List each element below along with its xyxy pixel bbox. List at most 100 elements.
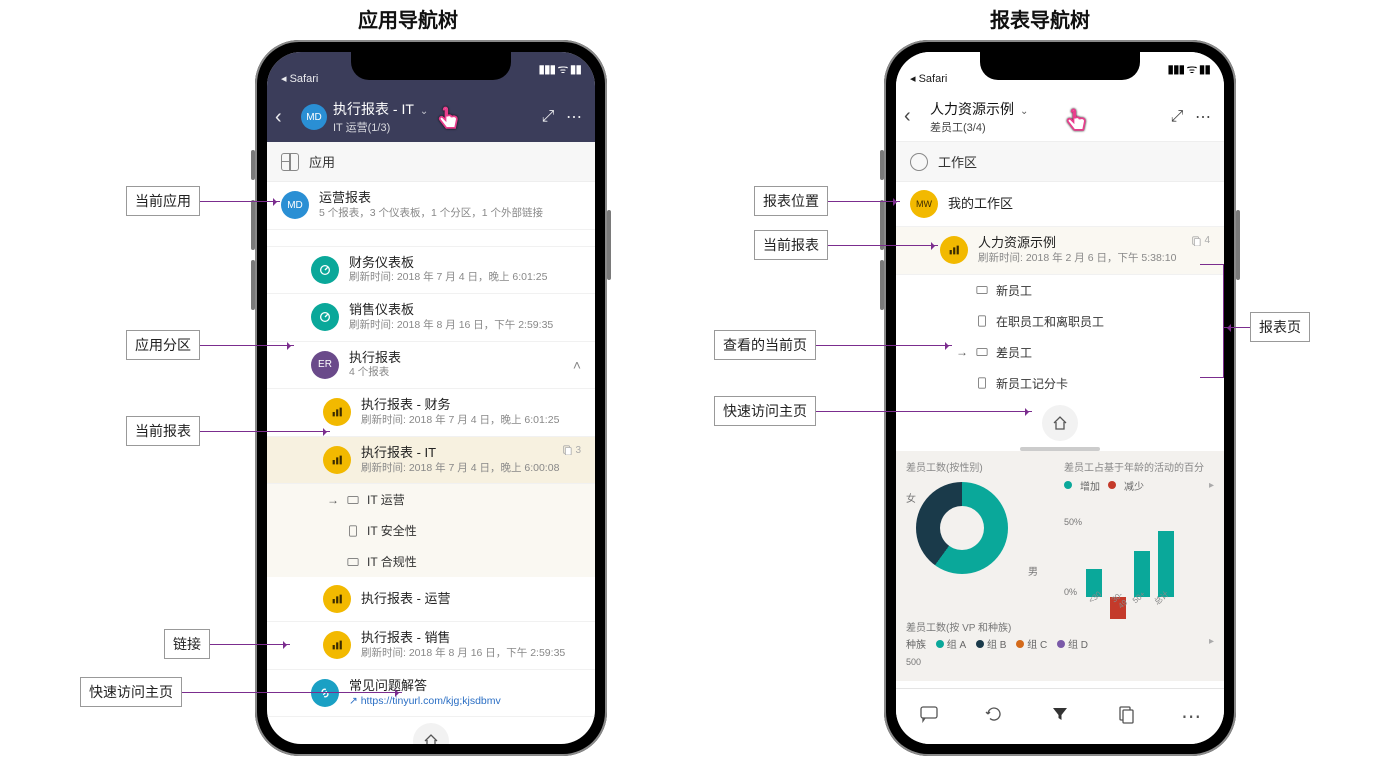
dashboard-icon: [311, 303, 339, 331]
legend-swatch-icon: [1108, 481, 1116, 489]
status-back-to-safari[interactable]: ◂ Safari: [281, 72, 318, 85]
pages-button[interactable]: [1116, 704, 1136, 729]
section-label: 应用: [309, 152, 335, 171]
bar-chart[interactable]: 差员工占基于年龄的活动的百分 增加 减少 ▸ 50% 0%: [1064, 459, 1214, 613]
item-meta: 刷新时间: 2018 年 8 月 16 日，下午 2:59:35: [349, 319, 581, 333]
report-row[interactable]: 执行报表 - 销售 刷新时间: 2018 年 8 月 16 日，下午 2:59:…: [267, 622, 595, 670]
nav-tree-list: MW 我的工作区 人力资源示例 刷新时间: 2018 年 2 月 6 日，下午 …: [896, 182, 1224, 399]
section-label: 工作区: [938, 152, 977, 171]
chart-title: 差员工数(按性别): [906, 459, 1056, 474]
report-page-item[interactable]: 新员工记分卡: [896, 368, 1224, 399]
expand-button[interactable]: ⤢: [535, 108, 561, 126]
legend-label: 增加: [1080, 478, 1100, 493]
item-meta: 刷新时间: 2018 年 7 月 4 日，晚上 6:01:25: [349, 271, 581, 285]
app-header: ‹ 人力资源示例⌄ 差员工(3/4) ⤢ ⋯: [896, 92, 1224, 142]
report-page-item[interactable]: → IT 运营: [267, 484, 595, 515]
item-title: 执行报表 - IT: [361, 445, 581, 462]
page-label: 新员工: [996, 282, 1032, 299]
axis-tick: 0%: [1064, 587, 1082, 597]
legend-swatch-icon: [1016, 640, 1024, 648]
report-page-item[interactable]: IT 合规性: [267, 546, 595, 577]
page-portrait-icon: [976, 315, 988, 327]
workspace-avatar-icon: MW: [910, 190, 938, 218]
chevron-down-icon: ⌄: [1020, 106, 1028, 117]
expand-button[interactable]: ⤢: [1164, 108, 1190, 126]
page-landscape-icon: [976, 284, 988, 296]
report-icon: [323, 585, 351, 613]
current-page-arrow-icon: →: [327, 493, 339, 507]
status-back-to-safari[interactable]: ◂ Safari: [910, 72, 947, 85]
header-subtitle: IT 运营(1/3): [333, 119, 535, 135]
callout-quick-home: 快速访问主页: [80, 677, 402, 707]
more-button[interactable]: ⋯: [1181, 704, 1201, 729]
back-button[interactable]: ‹: [904, 105, 924, 128]
bar-icon: [1158, 531, 1174, 597]
current-report-row[interactable]: 人力资源示例 刷新时间: 2018 年 2 月 6 日，下午 5:38:10 4: [896, 227, 1224, 275]
item-title: 财务仪表板: [349, 255, 581, 272]
page-label: IT 安全性: [367, 522, 417, 539]
report-content-preview: 差员工数(按性别) 女 男 差员工占基于年龄的活动的百分 增加 减少 ▸: [896, 451, 1224, 681]
legend-swatch-icon: [976, 640, 984, 648]
bracket-icon: [1210, 264, 1224, 378]
dashboard-row[interactable]: 销售仪表板 刷新时间: 2018 年 8 月 16 日，下午 2:59:35: [267, 294, 595, 342]
page-count-badge: 3: [562, 445, 581, 456]
current-page-arrow-icon: →: [956, 345, 968, 359]
report-page-item[interactable]: IT 安全性: [267, 515, 595, 546]
item-title: 执行报表: [349, 350, 563, 367]
section-header-app: 应用: [267, 142, 595, 182]
grouped-bar-chart[interactable]: 差员工数(按 VP 和种族) 种族 组 A 组 B 组 C 组 D ▸ 500: [906, 619, 1214, 667]
page-label: 新员工记分卡: [996, 375, 1068, 392]
chevron-down-icon: ⌄: [420, 106, 428, 117]
page-count-badge: 4: [1191, 235, 1210, 246]
callout-report-pages: 报表页: [1224, 312, 1310, 342]
workspace-row[interactable]: MW 我的工作区: [896, 182, 1224, 227]
bottom-toolbar: ⋯: [896, 688, 1224, 744]
report-page-item[interactable]: 新员工: [896, 275, 1224, 306]
donut-chart[interactable]: 差员工数(按性别) 女 男: [906, 459, 1056, 613]
callout-current-report: 当前报表: [126, 416, 330, 446]
app-header: ‹ MD 执行报表 - IT⌄ IT 运营(1/3) ⤢ ⋯: [267, 92, 595, 142]
workspace-icon: [910, 153, 928, 171]
chevron-right-icon[interactable]: ▸: [1209, 636, 1214, 651]
axis-label-female: 女: [906, 490, 916, 505]
more-button[interactable]: ⋯: [561, 107, 587, 127]
home-button[interactable]: [413, 723, 449, 744]
nav-tree-toggle[interactable]: 执行报表 - IT⌄ IT 运营(1/3): [333, 99, 535, 135]
chart-title: 差员工占基于年龄的活动的百分: [1064, 459, 1214, 474]
legend-swatch-icon: [1057, 640, 1065, 648]
home-button[interactable]: [1042, 405, 1078, 441]
app-meta: 5 个报表，3 个仪表板，1 个分区，1 个外部链接: [319, 207, 581, 221]
item-title: 我的工作区: [948, 196, 1210, 213]
report-icon: [323, 446, 351, 474]
chevron-right-icon[interactable]: ▸: [1209, 480, 1214, 491]
axis-label-male: 男: [1028, 563, 1038, 578]
nav-tree-toggle[interactable]: 人力资源示例⌄ 差员工(3/4): [930, 99, 1164, 135]
item-meta: 刷新时间: 2018 年 2 月 6 日，下午 5:38:10: [978, 252, 1210, 266]
back-button[interactable]: ‹: [275, 106, 295, 129]
item-meta: 4 个报表: [349, 366, 563, 380]
status-indicators-icon: ▮▮▮ ᯤ ▮▮: [538, 60, 581, 77]
filter-button[interactable]: [1050, 704, 1070, 729]
item-title: 销售仪表板: [349, 302, 581, 319]
app-row[interactable]: MD 运营报表 5 个报表，3 个仪表板，1 个分区，1 个外部链接: [267, 182, 595, 230]
dashboard-row[interactable]: 财务仪表板 刷新时间: 2018 年 7 月 4 日，晚上 6:01:25: [267, 247, 595, 295]
heading-left: 应用导航树: [358, 4, 458, 33]
app-name: 运营报表: [319, 190, 581, 207]
report-row[interactable]: 执行报表 - 运营: [267, 577, 595, 622]
refresh-button[interactable]: [984, 704, 1004, 729]
app-avatar-icon: MD: [281, 191, 309, 219]
report-icon: [940, 236, 968, 264]
page-label: IT 合规性: [367, 553, 417, 570]
legend-label: 减少: [1124, 478, 1144, 493]
status-indicators-icon: ▮▮▮ ᯤ ▮▮: [1167, 60, 1210, 77]
legend-label: 组 B: [987, 640, 1006, 651]
more-button[interactable]: ⋯: [1190, 107, 1216, 127]
chevron-up-icon: ˄: [573, 357, 581, 373]
comment-button[interactable]: [919, 704, 939, 729]
section-row[interactable]: ER 执行报表 4 个报表 ˄: [267, 342, 595, 390]
item-meta: 刷新时间: 2018 年 8 月 16 日，下午 2:59:35: [361, 647, 581, 661]
callout-quick-home: 快速访问主页: [714, 396, 1032, 426]
legend-swatch-icon: [1064, 481, 1072, 489]
item-title: 执行报表 - 销售: [361, 630, 581, 647]
axis-tick: 500: [906, 657, 1214, 667]
